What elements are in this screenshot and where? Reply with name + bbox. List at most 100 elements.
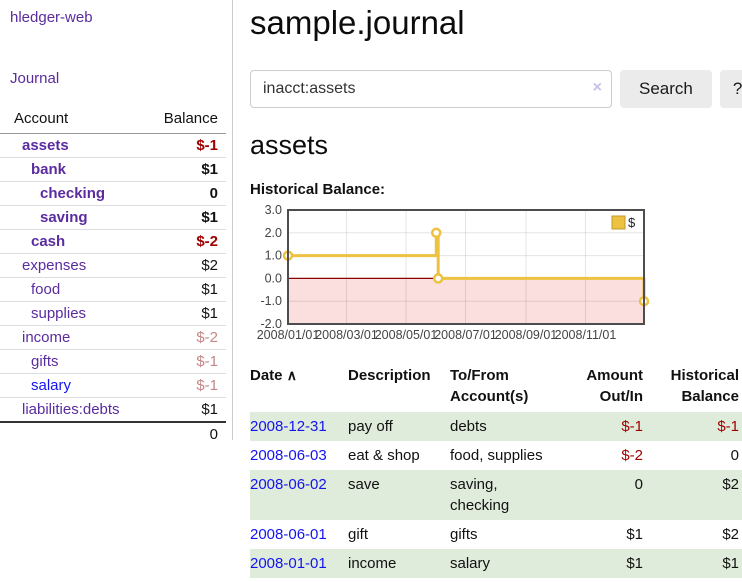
- register-row: 2008-06-02 savesaving, checking0$2: [250, 470, 742, 520]
- y-axis-tick-label: 0.0: [265, 271, 282, 285]
- register-header-accounts: To/From Account(s): [450, 362, 562, 412]
- account-row: bank $1: [0, 158, 226, 182]
- account-row: expenses $2: [0, 254, 226, 278]
- account-balance: $2: [138, 254, 226, 278]
- account-balance: $1: [138, 398, 226, 423]
- y-axis-tick-label: 3.0: [265, 204, 282, 217]
- transaction-accounts: salary: [450, 549, 562, 578]
- transaction-date-link[interactable]: 2008-06-01: [250, 526, 327, 543]
- account-balance: $-2: [138, 230, 226, 254]
- register-table: Date ∧ Description To/From Account(s) Am…: [250, 362, 742, 578]
- account-balance: $-1: [138, 374, 226, 398]
- transaction-date-link[interactable]: 2008-06-03: [250, 447, 327, 464]
- transaction-amount: 0: [562, 470, 646, 520]
- account-link[interactable]: supplies: [31, 305, 86, 322]
- account-link[interactable]: liabilities:debts: [22, 401, 120, 418]
- transaction-accounts: saving, checking: [450, 470, 562, 520]
- x-axis-tick-label: 2008/09/01: [495, 328, 558, 342]
- account-balance: $1: [138, 278, 226, 302]
- help-button[interactable]: ?: [720, 70, 742, 108]
- y-axis-tick-label: 2.0: [265, 226, 282, 240]
- sidebar-item-journal[interactable]: Journal: [10, 70, 232, 87]
- x-axis-tick-label: 2008/07/01: [434, 328, 497, 342]
- transaction-amount: $-2: [562, 441, 646, 470]
- x-axis-tick-label: 2008/05/01: [375, 328, 438, 342]
- accounts-total-spacer: [0, 422, 138, 446]
- account-link[interactable]: gifts: [31, 353, 59, 370]
- data-point: [434, 274, 442, 282]
- historical-balance-chart: $3.02.01.00.0-1.0-2.02008/01/012008/03/0…: [250, 204, 650, 352]
- accounts-header-balance: Balance: [138, 108, 226, 134]
- account-rows: assets$-1bank$1checking0saving$1cash$-2e…: [0, 134, 226, 423]
- accounts-total: 0: [138, 422, 226, 446]
- clear-search-icon[interactable]: ×: [593, 80, 602, 96]
- transaction-description: income: [348, 549, 450, 578]
- account-link[interactable]: salary: [31, 377, 71, 394]
- transaction-accounts: debts: [450, 412, 562, 441]
- transaction-description: gift: [348, 520, 450, 549]
- account-row: salary $-1: [0, 374, 226, 398]
- accounts-table: Account Balance assets$-1bank$1checking0…: [0, 108, 226, 446]
- transaction-balance: $2: [646, 520, 742, 549]
- page-title: sample.journal: [250, 4, 742, 42]
- transaction-date-link[interactable]: 2008-12-31: [250, 418, 327, 435]
- register-row: 2008-06-01giftgifts$1$2: [250, 520, 742, 549]
- register-header-balance: Historical Balance: [646, 362, 742, 412]
- account-link[interactable]: expenses: [22, 257, 86, 274]
- legend-series-swatch: [612, 216, 625, 229]
- x-axis-tick-label: 2008/11/01: [555, 328, 617, 342]
- search-button[interactable]: Search: [620, 70, 712, 108]
- y-axis-tick-label: 1.0: [265, 249, 282, 263]
- account-row: supplies $1: [0, 302, 226, 326]
- account-link[interactable]: income: [22, 329, 70, 346]
- search-input[interactable]: [250, 70, 612, 108]
- main-content: sample.journal × Search ? assets Histori…: [250, 0, 742, 578]
- register-row: 2008-06-03 eat & shopfood, supplies$-20: [250, 441, 742, 470]
- app-title-link[interactable]: hledger-web: [10, 9, 232, 26]
- register-header-date[interactable]: Date ∧: [250, 362, 348, 412]
- account-row: income$-2: [0, 326, 226, 350]
- data-point: [432, 229, 440, 237]
- transaction-description: save: [348, 470, 450, 520]
- transaction-accounts: food, supplies: [450, 441, 562, 470]
- account-row: food $1: [0, 278, 226, 302]
- chart-title: Historical Balance:: [250, 181, 742, 198]
- transaction-amount: $-1: [562, 412, 646, 441]
- transaction-accounts: gifts: [450, 520, 562, 549]
- transaction-amount: $1: [562, 549, 646, 578]
- transaction-balance: 0: [646, 441, 742, 470]
- account-link[interactable]: cash: [31, 233, 65, 250]
- account-row: liabilities:debts $1: [0, 398, 226, 423]
- account-balance: 0: [138, 182, 226, 206]
- account-link[interactable]: bank: [31, 161, 66, 178]
- register-row: 2008-12-31pay offdebts$-1$-1: [250, 412, 742, 441]
- transaction-description: pay off: [348, 412, 450, 441]
- legend-series-label: $: [628, 215, 636, 230]
- accounts-table-header: Account Balance: [0, 108, 226, 134]
- account-balance: $1: [138, 302, 226, 326]
- transaction-date-link[interactable]: 2008-01-01: [250, 555, 327, 572]
- account-heading: assets: [250, 130, 742, 161]
- account-row: assets$-1: [0, 134, 226, 158]
- account-balance: $1: [138, 206, 226, 230]
- sidebar: hledger-web Journal Account Balance asse…: [0, 0, 233, 440]
- sort-ascending-icon: ∧: [287, 367, 297, 383]
- account-balance: $-1: [138, 350, 226, 374]
- y-axis-tick-label: -1.0: [260, 294, 282, 308]
- account-row: cash $-2: [0, 230, 226, 254]
- transaction-description: eat & shop: [348, 441, 450, 470]
- account-link[interactable]: assets: [22, 137, 69, 154]
- register-header-row: Date ∧ Description To/From Account(s) Am…: [250, 362, 742, 412]
- transaction-balance: $-1: [646, 412, 742, 441]
- account-link[interactable]: checking: [40, 185, 105, 202]
- account-link[interactable]: saving: [40, 209, 88, 226]
- account-link[interactable]: food: [31, 281, 60, 298]
- register-header-description: Description: [348, 362, 450, 412]
- register-rows: 2008-12-31pay offdebts$-1$-12008-06-03ea…: [250, 412, 742, 578]
- search-input-wrap: ×: [250, 70, 612, 108]
- transaction-balance: $2: [646, 470, 742, 520]
- account-row: saving $1: [0, 206, 226, 230]
- transaction-date-link[interactable]: 2008-06-02: [250, 476, 327, 493]
- account-balance: $1: [138, 158, 226, 182]
- register-row: 2008-01-01incomesalary$1$1: [250, 549, 742, 578]
